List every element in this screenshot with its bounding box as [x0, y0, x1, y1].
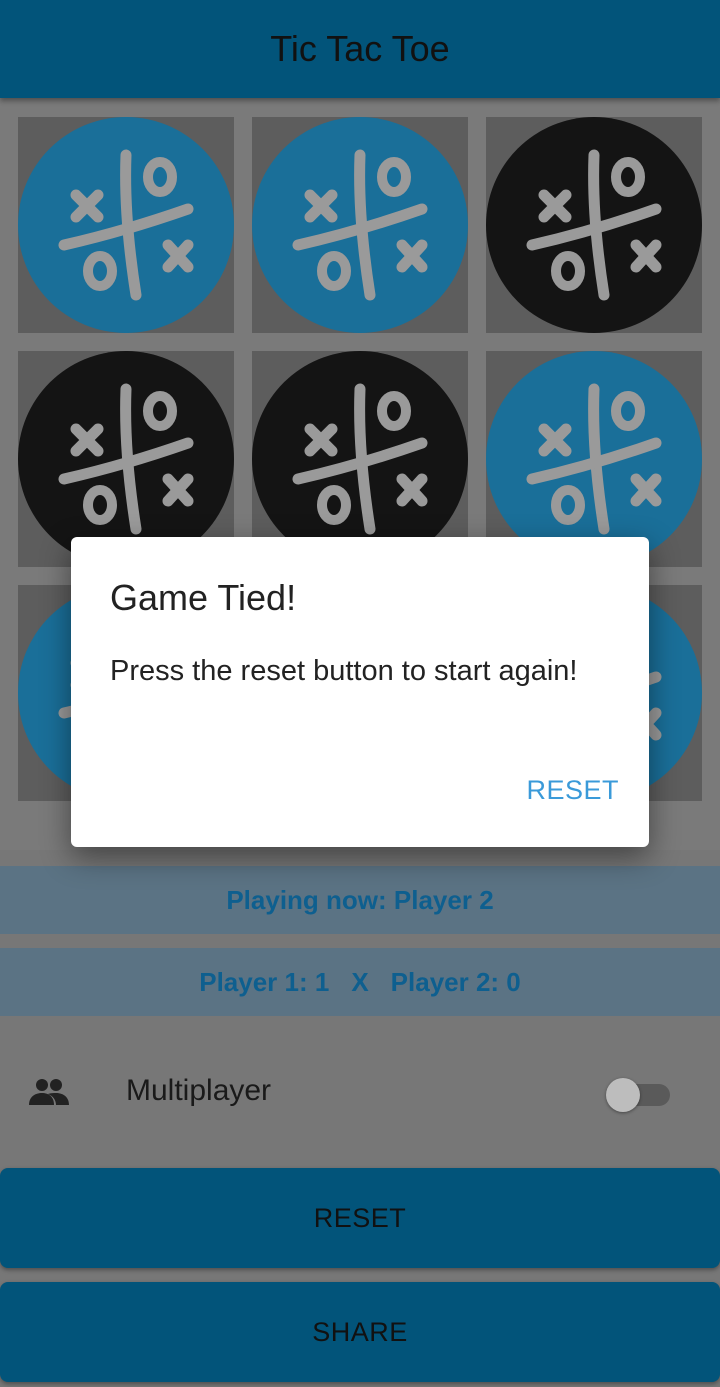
app-title: Tic Tac Toe	[270, 28, 450, 69]
tic-tac-toe-icon	[18, 117, 234, 333]
board-cell[interactable]	[486, 117, 702, 333]
tic-tac-toe-icon	[18, 351, 234, 567]
multiplayer-toggle[interactable]	[606, 1078, 670, 1112]
multiplayer-row: Multiplayer	[0, 1052, 720, 1132]
player2-score: Player 2: 0	[390, 966, 521, 997]
board-cell[interactable]	[252, 351, 468, 567]
playing-now-text: Playing now: Player 2	[226, 884, 494, 915]
tic-tac-toe-icon	[252, 351, 468, 567]
dialog-title: Game Tied!	[110, 577, 297, 618]
status-bar: Playing now: Player 2	[0, 866, 720, 934]
app-bar: Tic Tac Toe	[0, 0, 720, 98]
dialog-reset-button[interactable]: RESET	[526, 775, 619, 806]
score-bar: Player 1: 1 X Player 2: 0	[0, 948, 720, 1016]
game-tied-dialog: Game Tied! Press the reset button to sta…	[71, 537, 649, 847]
people-icon	[28, 1078, 70, 1106]
share-button[interactable]: SHARE	[0, 1282, 720, 1382]
toggle-thumb	[606, 1078, 640, 1112]
score-separator: X	[351, 966, 369, 997]
reset-button[interactable]: RESET	[0, 1168, 720, 1268]
board-cell[interactable]	[18, 117, 234, 333]
player1-score: Player 1: 1	[199, 966, 330, 997]
board-cell[interactable]	[18, 351, 234, 567]
tic-tac-toe-icon	[252, 117, 468, 333]
dialog-message: Press the reset button to start again!	[110, 655, 578, 687]
tic-tac-toe-icon	[486, 351, 702, 567]
board-cell[interactable]	[252, 117, 468, 333]
tic-tac-toe-icon	[486, 117, 702, 333]
board-cell[interactable]	[486, 351, 702, 567]
multiplayer-label: Multiplayer	[126, 1074, 272, 1107]
